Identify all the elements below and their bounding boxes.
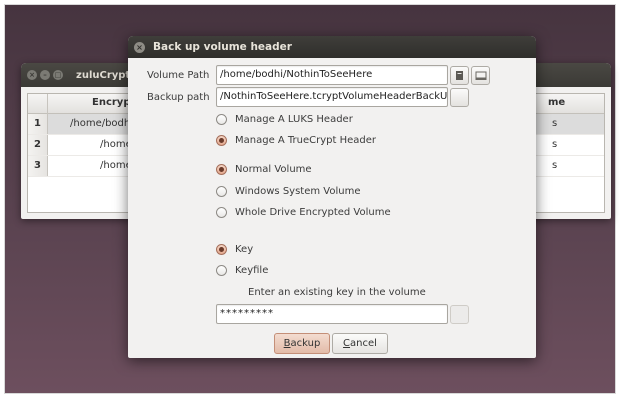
volume-path-input[interactable]: /home/bodhi/NothinToSeeHere [216, 65, 448, 85]
table-cell-type: s [552, 118, 558, 129]
table-cell-type: s [552, 139, 558, 150]
radio-indicator [216, 114, 227, 125]
radio-windows-system-volume[interactable]: Windows System Volume [216, 186, 360, 197]
cancel-button[interactable]: Cancel [332, 333, 388, 354]
backup-path-input[interactable]: /NothinToSeeHere.tcryptVolumeHeaderBackU… [216, 87, 448, 107]
radio-indicator [216, 135, 227, 146]
table-corner [28, 94, 48, 114]
maximize-icon[interactable]: □ [53, 70, 63, 80]
key-prompt-label: Enter an existing key in the volume [248, 287, 426, 298]
file-icon [456, 71, 463, 80]
table-cell-path: /home/bodhi [70, 118, 134, 129]
backup-header-dialog: × Back up volume header Volume Path /hom… [128, 36, 536, 358]
table-cell-type: s [552, 160, 558, 171]
cancel-label: ancel [350, 338, 377, 349]
radio-indicator [216, 186, 227, 197]
radio-normal-volume[interactable]: Normal Volume [216, 164, 312, 175]
radio-key[interactable]: Key [216, 244, 253, 255]
cancel-accel: C [343, 338, 351, 349]
radio-indicator [216, 207, 227, 218]
row-number: 1 [28, 114, 48, 134]
key-input[interactable]: ********* [216, 304, 448, 324]
radio-label: Whole Drive Encrypted Volume [235, 207, 391, 218]
radio-label: Windows System Volume [235, 186, 361, 197]
backup-accel: B [283, 338, 291, 349]
radio-luks-header[interactable]: Manage A LUKS Header [216, 114, 353, 125]
volume-path-label: Volume Path [147, 70, 210, 81]
zulucrypt-window-title: zuluCrypt [76, 69, 131, 81]
volume-drive-button[interactable] [471, 66, 490, 85]
row-number: 3 [28, 156, 48, 176]
radio-keyfile[interactable]: Keyfile [216, 265, 268, 276]
dialog-title: Back up volume header [153, 41, 292, 53]
radio-whole-drive-volume[interactable]: Whole Drive Encrypted Volume [216, 207, 391, 218]
dialog-titlebar: × Back up volume header [128, 36, 536, 58]
radio-label: Keyfile [235, 265, 269, 276]
radio-label: Normal Volume [235, 164, 312, 175]
backup-browse-button[interactable] [450, 88, 469, 107]
radio-indicator [216, 164, 227, 175]
radio-indicator [216, 244, 227, 255]
radio-label: Key [235, 244, 254, 255]
column-header-type[interactable]: me [548, 97, 565, 108]
radio-label: Manage A TrueCrypt Header [235, 135, 377, 146]
radio-indicator [216, 265, 227, 276]
close-icon[interactable]: × [27, 70, 37, 80]
minimize-icon[interactable]: – [40, 70, 50, 80]
table-cell-path: /home [100, 160, 132, 171]
volume-file-button[interactable] [450, 66, 469, 85]
keyfile-browse-button[interactable] [450, 305, 469, 324]
backup-path-label: Backup path [147, 92, 210, 103]
drive-icon [475, 71, 486, 80]
radio-truecrypt-header[interactable]: Manage A TrueCrypt Header [216, 135, 376, 146]
backup-label: ackup [290, 338, 321, 349]
table-cell-path: /home [100, 139, 132, 150]
radio-label: Manage A LUKS Header [235, 114, 353, 125]
row-number: 2 [28, 135, 48, 155]
close-icon[interactable]: × [134, 41, 145, 53]
backup-button[interactable]: Backup [274, 333, 330, 354]
